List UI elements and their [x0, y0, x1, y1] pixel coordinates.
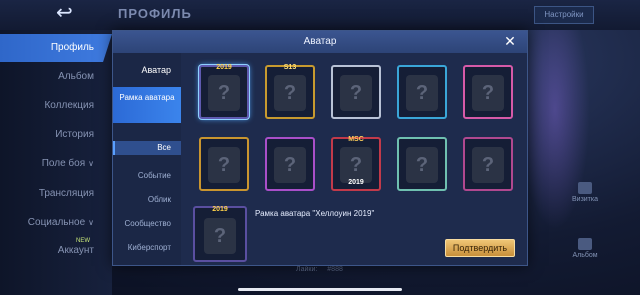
likes-info: Лайки: #888: [296, 266, 351, 273]
home-indicator: [238, 288, 402, 291]
sidebar-item-label: Коллекция: [44, 100, 94, 111]
selected-frame-thumbnail: 2019 ?: [193, 206, 247, 262]
category-6[interactable]: Киберспорт: [113, 241, 181, 255]
business-card-button[interactable]: Визитка: [562, 182, 608, 203]
placeholder-avatar: ?: [472, 147, 504, 183]
album-right-label: Альбом: [572, 252, 598, 259]
category-4[interactable]: Облик: [113, 193, 181, 207]
album-right-button[interactable]: Альбом: [562, 238, 608, 259]
close-icon[interactable]: ✕: [501, 33, 519, 51]
avatar-frame-item[interactable]: ? 2019: [199, 64, 249, 119]
placeholder-avatar: ?: [204, 218, 236, 254]
modal-header: Аватар ✕: [113, 31, 527, 53]
sidebar-item-7[interactable]: Аккаунт NEW: [0, 237, 112, 265]
likes-label: Лайки:: [296, 266, 318, 273]
category-3[interactable]: Событие: [113, 169, 181, 183]
avatar-frame-item[interactable]: ?: [463, 65, 513, 119]
frame-name: Рамка аватара "Хеллоуин 2019": [255, 209, 375, 218]
profile-sidebar: Профиль Альбом Коллекция История Поле боя ∨ Тр…: [0, 30, 112, 295]
placeholder-avatar: ?: [274, 75, 306, 111]
chevron-down-icon: ∨: [88, 159, 94, 168]
placeholder-avatar: ?: [472, 75, 504, 111]
settings-button[interactable]: Настройки: [534, 6, 594, 24]
sidebar-item-4[interactable]: Поле боя ∨: [0, 150, 112, 178]
sidebar-item-label: Аккаунт: [57, 245, 94, 256]
placeholder-avatar: ?: [208, 75, 240, 111]
avatar-frame-item[interactable]: ? S13: [265, 64, 315, 119]
avatar-frame-item[interactable]: ?: [463, 137, 513, 191]
sidebar-item-label: Трансляция: [38, 188, 94, 199]
sidebar-item-6[interactable]: Социальное ∨: [0, 209, 112, 237]
frame-year-label: 2019: [348, 179, 364, 186]
avatar-frame-item[interactable]: ?: [331, 65, 381, 119]
confirm-button[interactable]: Подтвердить: [445, 239, 515, 257]
frame-detail: 2019 ? Рамка аватара "Хеллоуин 2019" Под…: [187, 203, 519, 265]
frame-tag: 2019: [216, 64, 232, 71]
page-title: ПРОФИЛЬ: [118, 6, 192, 21]
sidebar-item-0[interactable]: Профиль: [0, 34, 112, 62]
frame-tag: S13: [283, 64, 297, 71]
modal-title: Аватар: [303, 36, 337, 47]
placeholder-avatar: ?: [406, 75, 438, 111]
sidebar-item-label: Альбом: [58, 71, 94, 82]
frame-tag: MSC: [348, 136, 364, 143]
avatar-frame-item[interactable]: ?: [397, 137, 447, 191]
placeholder-avatar: ?: [340, 75, 372, 111]
category-list: Аватар Рамка аватара Все Событие Облик Сообще…: [113, 53, 181, 265]
thumbnail-tag: 2019: [212, 206, 228, 213]
sidebar-item-label: Поле боя: [41, 158, 86, 169]
placeholder-avatar: ?: [274, 147, 306, 183]
likes-id: #888: [327, 266, 343, 273]
placeholder-avatar: ?: [340, 147, 372, 183]
new-badge: NEW: [76, 238, 90, 244]
avatar-frame-item[interactable]: ? MSC 2019: [331, 136, 381, 191]
sidebar-item-label: История: [55, 129, 94, 140]
chevron-down-icon: ∨: [88, 218, 94, 227]
album-icon: [578, 238, 592, 250]
sidebar-item-3[interactable]: История: [0, 121, 112, 149]
category-2[interactable]: Все: [113, 141, 181, 155]
frame-grid: ? 2019? S13?????? MSC 2019??: [187, 59, 519, 201]
avatar-frame-item[interactable]: ?: [199, 137, 249, 191]
placeholder-avatar: ?: [208, 147, 240, 183]
top-bar: ↩ ПРОФИЛЬ Настройки: [0, 0, 640, 30]
sidebar-item-5[interactable]: Трансляция: [0, 180, 112, 208]
sidebar-item-2[interactable]: Коллекция: [0, 92, 112, 120]
card-icon: [578, 182, 592, 194]
category-5[interactable]: Сообщество: [113, 217, 181, 231]
avatar-modal: Аватар ✕ Аватар Рамка аватара Все Событие Об…: [112, 30, 528, 266]
avatar-frame-item[interactable]: ?: [397, 65, 447, 119]
avatar-frame-item[interactable]: ?: [265, 137, 315, 191]
category-0[interactable]: Аватар: [113, 63, 181, 77]
sidebar-item-1[interactable]: Альбом: [0, 63, 112, 91]
business-card-label: Визитка: [571, 196, 598, 203]
back-arrow-icon[interactable]: ↩: [56, 2, 88, 22]
category-1[interactable]: Рамка аватара: [113, 87, 181, 123]
placeholder-avatar: ?: [406, 147, 438, 183]
sidebar-item-label: Профиль: [50, 42, 94, 53]
sidebar-item-label: Социальное: [27, 217, 86, 228]
